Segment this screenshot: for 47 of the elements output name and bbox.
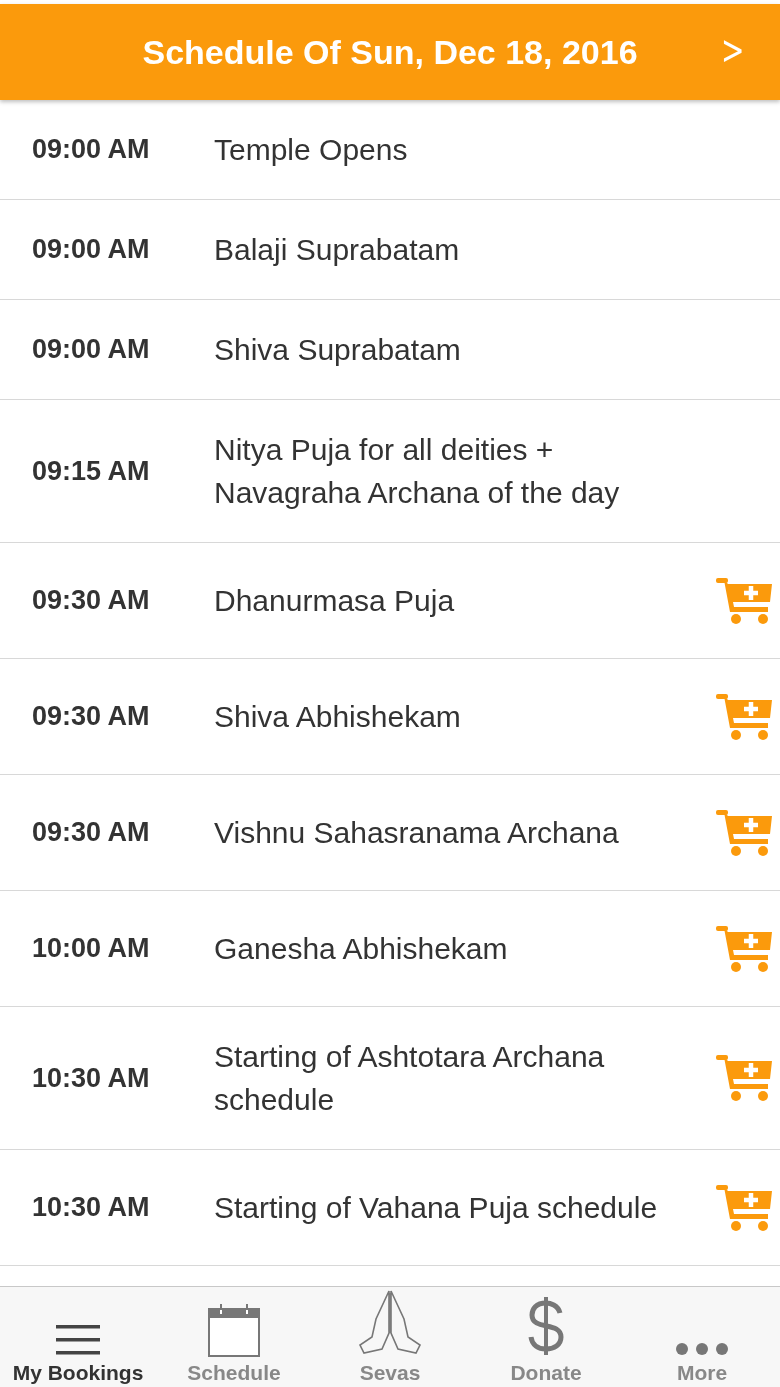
event-title: Temple Opens bbox=[214, 132, 409, 168]
more-icon bbox=[675, 1341, 729, 1357]
event-title: Shiva Suprabatam bbox=[214, 332, 462, 368]
event-time: 10:00 AM bbox=[32, 933, 151, 964]
schedule-row[interactable]: 09:30 AM Dhanurmasa Puja bbox=[0, 543, 780, 659]
add-to-cart-button[interactable] bbox=[716, 1182, 774, 1233]
event-title: Dhanurmasa Puja bbox=[214, 583, 456, 619]
event-title: Shiva Abhishekam bbox=[214, 699, 462, 735]
add-to-cart-button[interactable] bbox=[716, 1053, 774, 1103]
event-time: 10:30 AM bbox=[32, 1192, 151, 1223]
schedule-row[interactable]: 09:00 AM Balaji Suprabatam bbox=[0, 200, 780, 300]
event-time: 09:30 AM bbox=[32, 701, 151, 732]
add-to-cart-button[interactable] bbox=[716, 575, 774, 626]
event-time: 09:00 AM bbox=[32, 134, 151, 165]
calendar-icon bbox=[208, 1303, 260, 1357]
schedule-row[interactable]: 09:30 AM Vishnu Sahasranama Archana bbox=[0, 775, 780, 891]
add-to-cart-button[interactable] bbox=[716, 807, 774, 858]
event-title: Balaji Suprabatam bbox=[214, 232, 461, 268]
header-title: Schedule Of Sun, Dec 18, 2016 bbox=[142, 32, 638, 72]
add-to-cart-icon bbox=[716, 923, 774, 974]
schedule-row[interactable]: 10:00 AM Ganesha Abhishekam bbox=[0, 891, 780, 1007]
add-to-cart-icon bbox=[716, 691, 774, 742]
add-to-cart-icon bbox=[716, 575, 774, 626]
event-time: 09:00 AM bbox=[32, 334, 151, 365]
add-to-cart-icon bbox=[716, 1053, 774, 1103]
add-to-cart-icon bbox=[716, 807, 774, 858]
event-time: 09:30 AM bbox=[32, 817, 151, 848]
event-title: Vishnu Sahasranama Archana bbox=[214, 815, 620, 851]
schedule-row[interactable]: 09:00 AM Shiva Suprabatam bbox=[0, 300, 780, 400]
event-title: Starting of Ashtotara Archana schedule bbox=[214, 1039, 606, 1118]
menu-icon bbox=[56, 1323, 100, 1357]
schedule-row[interactable]: 10:30 AM Starting of Ashtotara Archana schedule bbox=[0, 1007, 780, 1150]
schedule-row[interactable]: 09:15 AM Nitya Puja for all deities + Navagraha Archana of the day bbox=[0, 400, 780, 543]
add-to-cart-button[interactable] bbox=[716, 923, 774, 974]
event-title: Ganesha Abhishekam bbox=[214, 931, 509, 967]
tab-bar-item[interactable]: My Bookings bbox=[0, 1287, 156, 1387]
event-time: 09:00 AM bbox=[32, 234, 151, 265]
schedule-row[interactable]: 09:30 AM Shiva Abhishekam bbox=[0, 659, 780, 775]
event-title: Starting of Vahana Puja schedule bbox=[214, 1190, 659, 1226]
event-time: 09:15 AM bbox=[32, 455, 151, 487]
event-time: 10:30 AM bbox=[32, 1062, 151, 1094]
event-time: 09:30 AM bbox=[32, 585, 151, 616]
add-to-cart-icon bbox=[716, 1182, 774, 1233]
schedule-row[interactable]: 09:00 AM Temple Opens bbox=[0, 100, 780, 200]
event-title: Nitya Puja for all deities + Navagraha Archana of the day bbox=[214, 432, 621, 511]
schedule-row[interactable]: 10:30 AM Starting of Vahana Puja schedule bbox=[0, 1150, 780, 1266]
add-to-cart-button[interactable] bbox=[716, 691, 774, 742]
